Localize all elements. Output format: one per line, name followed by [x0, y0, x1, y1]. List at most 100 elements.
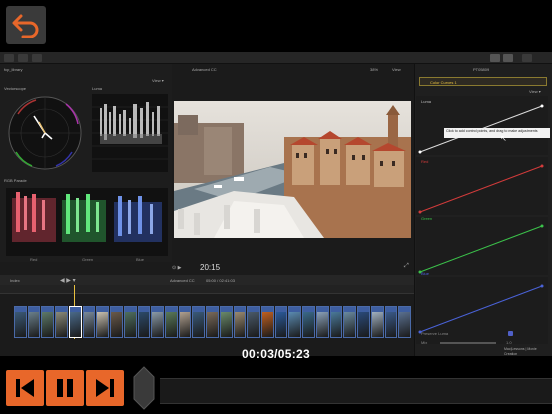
clip-thumbnail [220, 312, 232, 337]
timeline-clip[interactable] [14, 306, 27, 338]
clip-thumbnail [358, 312, 369, 337]
scopes-view-menu[interactable]: View ▾ [152, 78, 164, 83]
timeline-clip[interactable] [329, 306, 343, 338]
effect-name: Color Curves 1 [430, 80, 457, 85]
timeline-clip[interactable] [288, 306, 302, 338]
clip-thumbnail [399, 312, 410, 337]
curve-green-label: Green [421, 216, 433, 221]
timeline-clip[interactable] [137, 306, 151, 338]
skip-forward-button[interactable] [86, 370, 124, 406]
timeline-clip[interactable] [164, 306, 178, 338]
clip-thumbnail [303, 312, 314, 337]
clip-thumbnail [330, 312, 342, 337]
clip-thumbnail [289, 312, 301, 337]
vectorscope-label: Vectorscope [4, 86, 27, 91]
clip-thumbnail [248, 312, 260, 337]
viewer-timecode: 20:15 [200, 263, 221, 272]
curve-tooltip: Click to add control points, and drag to… [444, 128, 550, 138]
mix-label: Mix [421, 340, 428, 345]
timeline-clip[interactable] [68, 306, 82, 338]
clip-thumbnail [344, 312, 356, 337]
play-small-icon[interactable]: ⊙ ▶ [172, 265, 181, 271]
timeline-clip[interactable] [151, 306, 164, 338]
toolbar-button[interactable] [4, 54, 14, 62]
toolbar-button[interactable] [32, 54, 42, 62]
mix-slider[interactable] [440, 342, 496, 344]
back-button[interactable] [6, 6, 46, 44]
clip-thumbnail [316, 312, 328, 337]
playback-time: 00:03/05:23 [241, 347, 311, 361]
clip-thumbnail [69, 312, 81, 337]
timeline-clip[interactable] [384, 306, 398, 338]
timeline-clip[interactable] [247, 306, 261, 338]
inspector-view-menu[interactable]: View ▾ [529, 89, 541, 94]
timeline-clip[interactable] [96, 306, 110, 338]
clip-thumbnail [97, 312, 109, 337]
effect-header[interactable]: Color Curves 1 [419, 77, 547, 86]
clip-thumbnail [234, 312, 246, 337]
parade-blue-label: Blue [136, 257, 145, 262]
clip-thumbnail [42, 312, 54, 337]
clip-thumbnail [111, 312, 122, 337]
skip-forward-icon [96, 379, 114, 397]
viewer-zoom[interactable]: 38% [370, 67, 378, 72]
clip-thumbnail [15, 312, 26, 337]
timeline-clip[interactable] [398, 306, 411, 338]
clip-thumbnail [385, 312, 397, 337]
cursor-icon: ↖ [500, 134, 507, 143]
clip-thumbnail [275, 312, 287, 337]
layout-button[interactable] [490, 54, 500, 62]
toolbar-button[interactable] [18, 54, 28, 62]
timeline-clip[interactable] [233, 306, 247, 338]
viewer-title: Advanced CC [192, 67, 217, 72]
timeline-clip[interactable] [261, 306, 274, 338]
clip-thumbnail [207, 312, 218, 337]
timeline-project-name: Advanced CC [170, 278, 195, 283]
fullscreen-icon[interactable]: ⤢ [404, 263, 409, 270]
timeline-clip[interactable] [343, 306, 357, 338]
timeline-clip[interactable] [357, 306, 370, 338]
pause-button[interactable] [46, 370, 84, 406]
preserve-luma-label: Preserve Luma [421, 331, 449, 336]
scrub-bar[interactable] [160, 378, 552, 404]
timeline-tools[interactable]: ◀ ▶ ▾ [60, 277, 76, 284]
share-button[interactable] [522, 54, 532, 62]
clip-thumbnail [179, 312, 191, 337]
back-arrow-icon [12, 14, 39, 38]
viewer-view-menu[interactable]: View [392, 67, 401, 72]
timeline-clip[interactable] [27, 306, 41, 338]
timeline-clip[interactable] [123, 306, 137, 338]
layout-button[interactable] [503, 54, 513, 62]
timeline-clip[interactable] [302, 306, 315, 338]
scrub-handle[interactable] [132, 365, 156, 411]
timeline-ruler[interactable] [0, 285, 414, 294]
skip-back-button[interactable] [6, 370, 44, 406]
clip-thumbnail [83, 312, 95, 337]
timeline-clip[interactable] [82, 306, 96, 338]
clip-thumbnail [138, 312, 150, 337]
rgb-parade-label: RGB Parade [4, 178, 27, 183]
scopes-panel: fcp_library View ▾ Vectorscope Luma RGB … [0, 64, 172, 262]
timeline-index-button[interactable]: Index [10, 278, 20, 283]
timeline-clip[interactable] [370, 306, 384, 338]
timeline-clip[interactable] [219, 306, 233, 338]
timeline-clip[interactable] [192, 306, 206, 338]
luma-label: Luma [92, 86, 103, 91]
timeline-clip[interactable] [55, 306, 68, 338]
timeline-clip[interactable] [41, 306, 55, 338]
rgb-parade [6, 188, 168, 256]
curve-blue-label: Blue [421, 271, 430, 276]
timeline-clip[interactable] [206, 306, 219, 338]
timeline-clip[interactable] [315, 306, 329, 338]
skip-back-icon [16, 379, 34, 397]
timeline-toolbar: Index Advanced CC 05:00 / 02:41:03 ◀ ▶ ▾ [0, 275, 414, 285]
library-label: fcp_library [4, 67, 23, 72]
preserve-luma-checkbox[interactable] [508, 331, 513, 336]
mix-value[interactable]: 1.0 [506, 340, 512, 345]
venice-canal-frame [174, 101, 411, 238]
clip-thumbnail [28, 312, 40, 337]
timeline-clip[interactable] [274, 306, 288, 338]
timeline-clips [14, 306, 412, 338]
timeline-clip[interactable] [178, 306, 192, 338]
timeline-clip[interactable] [110, 306, 123, 338]
